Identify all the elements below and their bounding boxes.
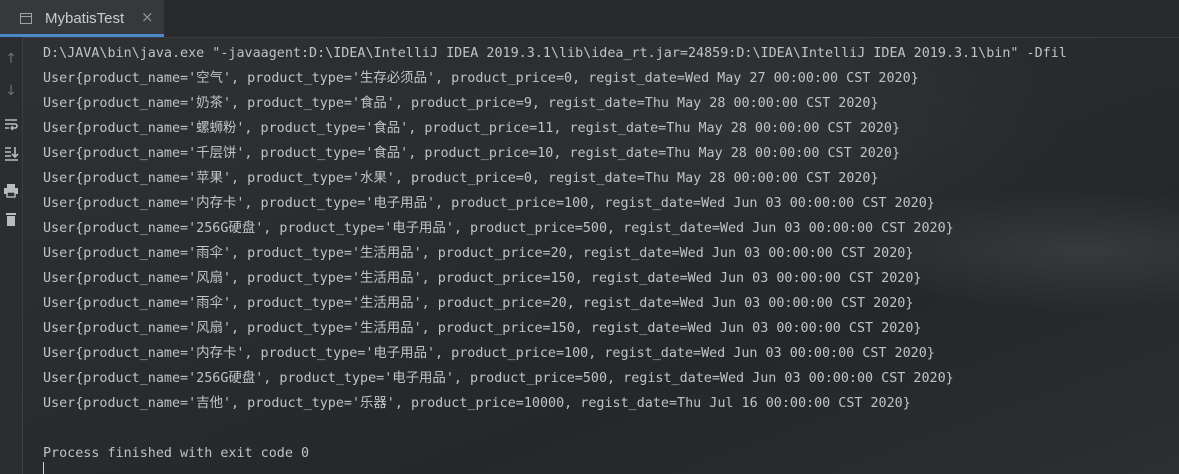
output-line: User{product_name='吉他', product_type='乐器… [43, 396, 911, 411]
close-icon[interactable]: × [141, 8, 154, 26]
scroll-to-end-icon[interactable] [2, 143, 20, 163]
output-line: User{product_name='奶茶', product_type='食品… [43, 96, 879, 111]
console-window-icon [20, 13, 32, 24]
arrow-up-icon[interactable]: ↑ [2, 49, 20, 69]
tab-label: MybatisTest [45, 10, 125, 27]
output-line: User{product_name='雨伞', product_type='生活… [43, 296, 914, 311]
output-line: User{product_name='空气', product_type='生存… [43, 71, 919, 86]
print-icon[interactable] [2, 180, 20, 200]
output-line: User{product_name='千层饼', product_type='食… [43, 146, 901, 161]
console-output[interactable]: D:\JAVA\bin\java.exe "-javaagent:D:\IDEA… [43, 41, 1179, 474]
output-line: User{product_name='256G硬盘', product_type… [43, 371, 954, 386]
trash-icon[interactable] [2, 209, 20, 229]
output-line: User{product_name='雨伞', product_type='生活… [43, 246, 914, 261]
run-command-line: D:\JAVA\bin\java.exe "-javaagent:D:\IDEA… [43, 46, 1067, 61]
run-tab-bar: MybatisTest × [0, 0, 1179, 38]
output-line: User{product_name='苹果', product_type='水果… [43, 171, 879, 186]
output-line: User{product_name='内存卡', product_type='电… [43, 196, 935, 211]
output-line: User{product_name='风扇', product_type='生活… [43, 271, 922, 286]
output-line: User{product_name='256G硬盘', product_type… [43, 221, 954, 236]
text-caret [43, 462, 44, 474]
exit-message: Process finished with exit code 0 [43, 446, 310, 461]
soft-wrap-icon[interactable] [2, 114, 20, 134]
output-line: User{product_name='内存卡', product_type='电… [43, 346, 935, 361]
output-line: User{product_name='螺蛳粉', product_type='食… [43, 121, 901, 136]
output-line: User{product_name='风扇', product_type='生活… [43, 321, 922, 336]
tab-mybatistest[interactable]: MybatisTest × [0, 0, 164, 37]
console-toolbar: ↑ ↓ [0, 37, 23, 474]
arrow-down-icon[interactable]: ↓ [2, 81, 20, 101]
